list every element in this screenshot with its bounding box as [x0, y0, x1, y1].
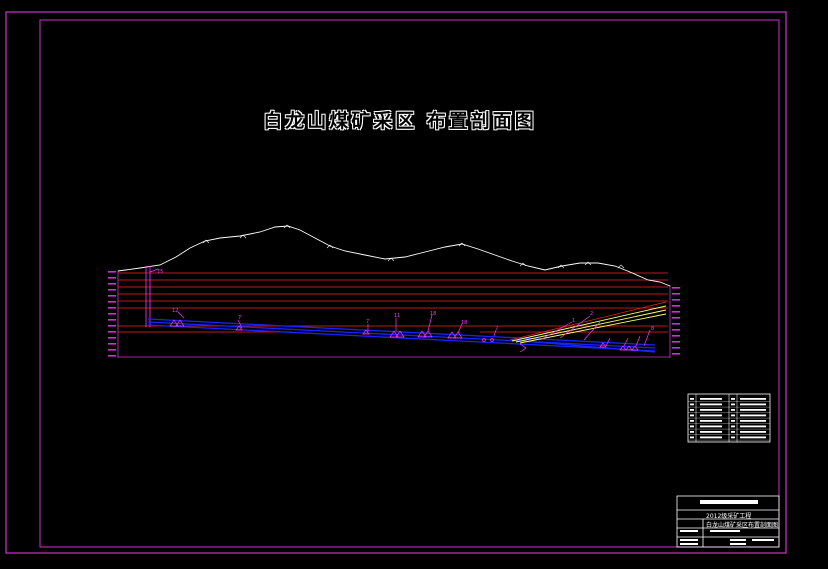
legend-cell: [700, 431, 722, 433]
legend-cell: [690, 420, 694, 422]
legend-cell: [740, 425, 766, 428]
elevation-tick-label: [672, 317, 680, 319]
title-block-project: 2012级采矿工程: [706, 513, 752, 520]
elevation-tick-label: [108, 331, 116, 333]
legend-cell: [731, 436, 735, 439]
legend-cell: [690, 425, 694, 428]
outer-frame: [5, 11, 787, 554]
legend-cell: [731, 431, 735, 433]
legend-cell: [731, 409, 735, 411]
elevation-tick-label: [672, 299, 680, 301]
title-block-drawing-name: 白龙山煤矿采区布置剖面图: [706, 522, 779, 529]
legend-cell: [740, 398, 766, 400]
legend-table: [687, 393, 771, 443]
drawing-title: 白龙山煤矿采区 布置剖面图: [263, 110, 537, 132]
label-shaft: 15: [157, 269, 163, 275]
legend-cell: [731, 420, 735, 422]
elevation-tick-label: [108, 277, 116, 279]
right-elevation-scale: [669, 285, 680, 358]
legend-cell: [740, 414, 766, 417]
legend-cell: [700, 436, 722, 439]
elevation-tick-label: [108, 289, 116, 291]
legend-cell: [700, 403, 722, 406]
legend-cell: [690, 436, 694, 439]
title-block-cells: [680, 530, 774, 545]
legend-cell: [700, 414, 722, 417]
elevation-tick-label: [108, 349, 116, 351]
left-elevation-scale: [108, 271, 119, 358]
label-l6: 18: [461, 320, 467, 326]
elevation-tick-label: [108, 355, 116, 357]
elevation-tick-label: [672, 311, 680, 313]
elevation-tick-label: [672, 329, 680, 331]
elevation-tick-label: [108, 307, 116, 309]
cad-drawing-canvas: 15 12 7 7 11 18 18 7 1 2 8: [5, 11, 787, 554]
elevation-tick-label: [672, 353, 680, 355]
title-block-header-bar: [700, 500, 758, 504]
label-l10: 8: [651, 326, 654, 332]
level-lines: [118, 272, 668, 333]
legend-cell: [700, 420, 722, 422]
elevation-tick-label: [672, 305, 680, 307]
elevation-tick-label: [672, 347, 680, 349]
legend-cell: [731, 425, 735, 428]
label-l1: 12: [172, 308, 178, 314]
legend-cell: [731, 414, 735, 417]
elevation-tick-label: [108, 295, 116, 297]
label-l5: 18: [430, 311, 436, 317]
label-l4: 11: [394, 313, 400, 319]
legend-cell: [700, 425, 722, 428]
legend-cell: [740, 409, 766, 411]
legend-cell: [740, 403, 766, 406]
elevation-tick-label: [108, 301, 116, 303]
label-l9: 2: [590, 311, 593, 317]
inner-frame: [39, 19, 780, 548]
elevation-tick-label: [108, 313, 116, 315]
ground-survey-marks: [202, 224, 625, 269]
legend-cell: [700, 398, 722, 400]
elevation-tick-label: [108, 337, 116, 339]
elevation-tick-label: [108, 325, 116, 327]
elevation-tick-label: [672, 293, 680, 295]
inclined-roadway: [511, 305, 667, 344]
legend-cell: [731, 398, 735, 400]
elevation-tick-label: [672, 287, 680, 289]
label-l7: 7: [495, 326, 498, 332]
annotation-labels: 15 12 7 7 11 18 18 7 1 2 8: [157, 269, 654, 332]
label-l3: 7: [366, 319, 369, 325]
ground-surface-profile: [117, 225, 671, 287]
elevation-tick-label: [108, 283, 116, 285]
elevation-tick-label: [108, 343, 116, 345]
legend-cell: [740, 436, 766, 439]
legend-cell: [690, 409, 694, 411]
elevation-tick-label: [672, 335, 680, 337]
legend-cell: [690, 403, 694, 406]
label-l2: 7: [238, 315, 241, 321]
legend-cell: [690, 431, 694, 433]
elevation-tick-label: [672, 341, 680, 343]
legend-cell: [740, 420, 766, 422]
legend-cell: [700, 409, 722, 411]
elevation-tick-label: [672, 323, 680, 325]
legend-cell: [740, 431, 766, 433]
main-shaft: [145, 266, 159, 327]
elevation-tick-label: [108, 271, 116, 273]
elevation-tick-label: [108, 319, 116, 321]
legend-cell: [690, 398, 694, 400]
label-l8: 1: [572, 318, 575, 324]
legend-cell: [690, 414, 694, 417]
legend-cell: [731, 403, 735, 406]
